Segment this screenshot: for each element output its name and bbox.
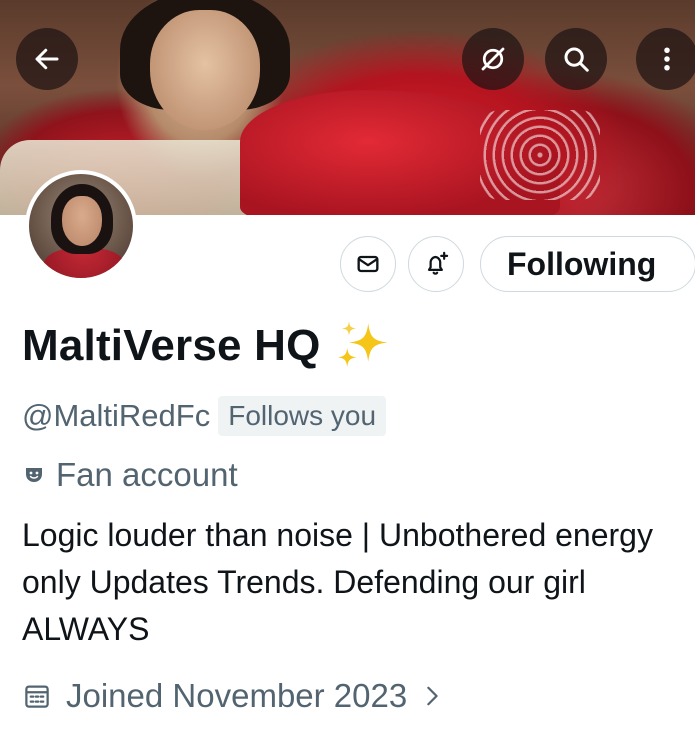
display-name-row: MaltiVerse HQ (22, 318, 391, 374)
banner-face (150, 10, 260, 130)
calendar-icon (25, 685, 49, 708)
translate-button[interactable] (462, 28, 524, 90)
translate-off-icon (481, 47, 505, 71)
chevron-right-icon (427, 686, 438, 706)
avatar[interactable] (25, 170, 137, 282)
more-button[interactable] (636, 28, 695, 90)
follows-you-badge: Follows you (218, 396, 387, 436)
search-icon (564, 47, 589, 72)
envelope-icon (357, 255, 379, 273)
profile-category: Fan account (56, 456, 238, 493)
message-button[interactable] (340, 236, 396, 292)
user-handle: @MaltiRedFc (22, 398, 211, 433)
theater-mask-icon (26, 468, 42, 482)
back-button[interactable] (16, 28, 78, 90)
more-vertical-icon (664, 47, 670, 71)
joined-row[interactable]: Joined November 2023 (22, 677, 443, 715)
following-button[interactable]: Following (480, 236, 695, 292)
joined-date: Joined November 2023 (66, 677, 408, 714)
handle-row: @MaltiRedFc Follows you (22, 396, 387, 436)
bell-plus-icon (427, 251, 449, 275)
banner-embroidery (480, 110, 600, 200)
avatar-face (62, 196, 102, 246)
search-button[interactable] (545, 28, 607, 90)
back-arrow-icon (35, 48, 59, 70)
display-name: MaltiVerse HQ (22, 321, 321, 370)
profile-category-row[interactable]: Fan account (22, 456, 238, 494)
profile-bio: Logic louder than noise | Unbothered ene… (22, 517, 653, 647)
sparkles-icon (337, 321, 388, 367)
notifications-button[interactable] (408, 236, 464, 292)
